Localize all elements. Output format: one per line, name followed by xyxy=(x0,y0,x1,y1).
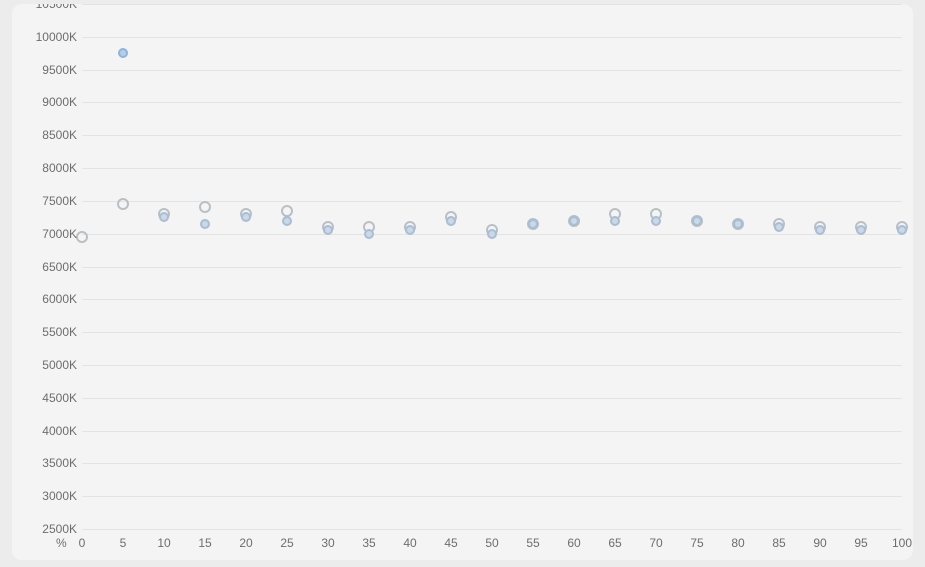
x-tick-label: 95 xyxy=(854,536,867,550)
x-tick-label: 60 xyxy=(567,536,580,550)
y-tick-label: 8500K xyxy=(12,128,77,142)
x-tick-label: 45 xyxy=(444,536,457,550)
y-tick-label: 10000K xyxy=(12,30,77,44)
x-tick-label: 10 xyxy=(157,536,170,550)
y-tick-label: 7500K xyxy=(12,194,77,208)
gridline xyxy=(82,267,902,268)
gridline xyxy=(82,332,902,333)
x-axis-unit: % xyxy=(56,536,67,550)
gridline xyxy=(82,529,902,530)
data-point xyxy=(487,229,497,239)
x-tick-label: 15 xyxy=(198,536,211,550)
gridline xyxy=(82,431,902,432)
data-point xyxy=(446,216,456,226)
y-tick-label: 8000K xyxy=(12,161,77,175)
y-tick-label: 6000K xyxy=(12,292,77,306)
data-point xyxy=(692,216,702,226)
gridline xyxy=(82,70,902,71)
y-tick-label: 9000K xyxy=(12,95,77,109)
x-tick-label: 20 xyxy=(239,536,252,550)
x-tick-label: 90 xyxy=(813,536,826,550)
gridline xyxy=(82,463,902,464)
y-tick-label: 4000K xyxy=(12,424,77,438)
data-point xyxy=(610,216,620,226)
data-point xyxy=(199,201,211,213)
data-point xyxy=(897,225,907,235)
data-point xyxy=(76,231,88,243)
data-point xyxy=(281,205,293,217)
y-tick-label: 3000K xyxy=(12,489,77,503)
data-point xyxy=(159,212,169,222)
data-point xyxy=(528,219,538,229)
y-tick-label: 5000K xyxy=(12,358,77,372)
y-tick-label: 7000K xyxy=(12,227,77,241)
gridline xyxy=(82,135,902,136)
y-tick-label: 10500K xyxy=(12,4,77,11)
gridline xyxy=(82,37,902,38)
x-tick-label: 85 xyxy=(772,536,785,550)
x-tick-label: 65 xyxy=(608,536,621,550)
gridline xyxy=(82,102,902,103)
x-tick-label: 30 xyxy=(321,536,334,550)
data-point xyxy=(200,219,210,229)
data-point xyxy=(569,216,579,226)
x-tick-label: 75 xyxy=(690,536,703,550)
y-tick-label: 3500K xyxy=(12,456,77,470)
x-tick-label: 50 xyxy=(485,536,498,550)
x-tick-label: 0 xyxy=(79,536,86,550)
x-tick-label: 80 xyxy=(731,536,744,550)
y-tick-label: 4500K xyxy=(12,391,77,405)
gridline xyxy=(82,168,902,169)
data-point xyxy=(774,222,784,232)
y-tick-label: 9500K xyxy=(12,63,77,77)
y-tick-label: 2500K xyxy=(12,522,77,536)
data-point xyxy=(241,212,251,222)
data-point xyxy=(733,219,743,229)
x-tick-label: 25 xyxy=(280,536,293,550)
x-tick-label: 5 xyxy=(120,536,127,550)
gridline xyxy=(82,496,902,497)
y-tick-label: 6500K xyxy=(12,260,77,274)
x-tick-label: 35 xyxy=(362,536,375,550)
data-point xyxy=(117,198,129,210)
gridline xyxy=(82,398,902,399)
gridline xyxy=(82,299,902,300)
x-tick-label: 55 xyxy=(526,536,539,550)
gridline xyxy=(82,365,902,366)
plot-area xyxy=(82,4,902,529)
y-tick-label: 5500K xyxy=(12,325,77,339)
x-tick-label: 100 xyxy=(892,536,912,550)
data-point xyxy=(118,48,128,58)
gridline xyxy=(82,4,902,5)
data-point xyxy=(364,229,374,239)
data-point xyxy=(651,216,661,226)
x-tick-label: 70 xyxy=(649,536,662,550)
data-point xyxy=(282,216,292,226)
chart-card: % 2500K3000K3500K4000K4500K5000K5500K600… xyxy=(12,4,913,560)
x-tick-label: 40 xyxy=(403,536,416,550)
